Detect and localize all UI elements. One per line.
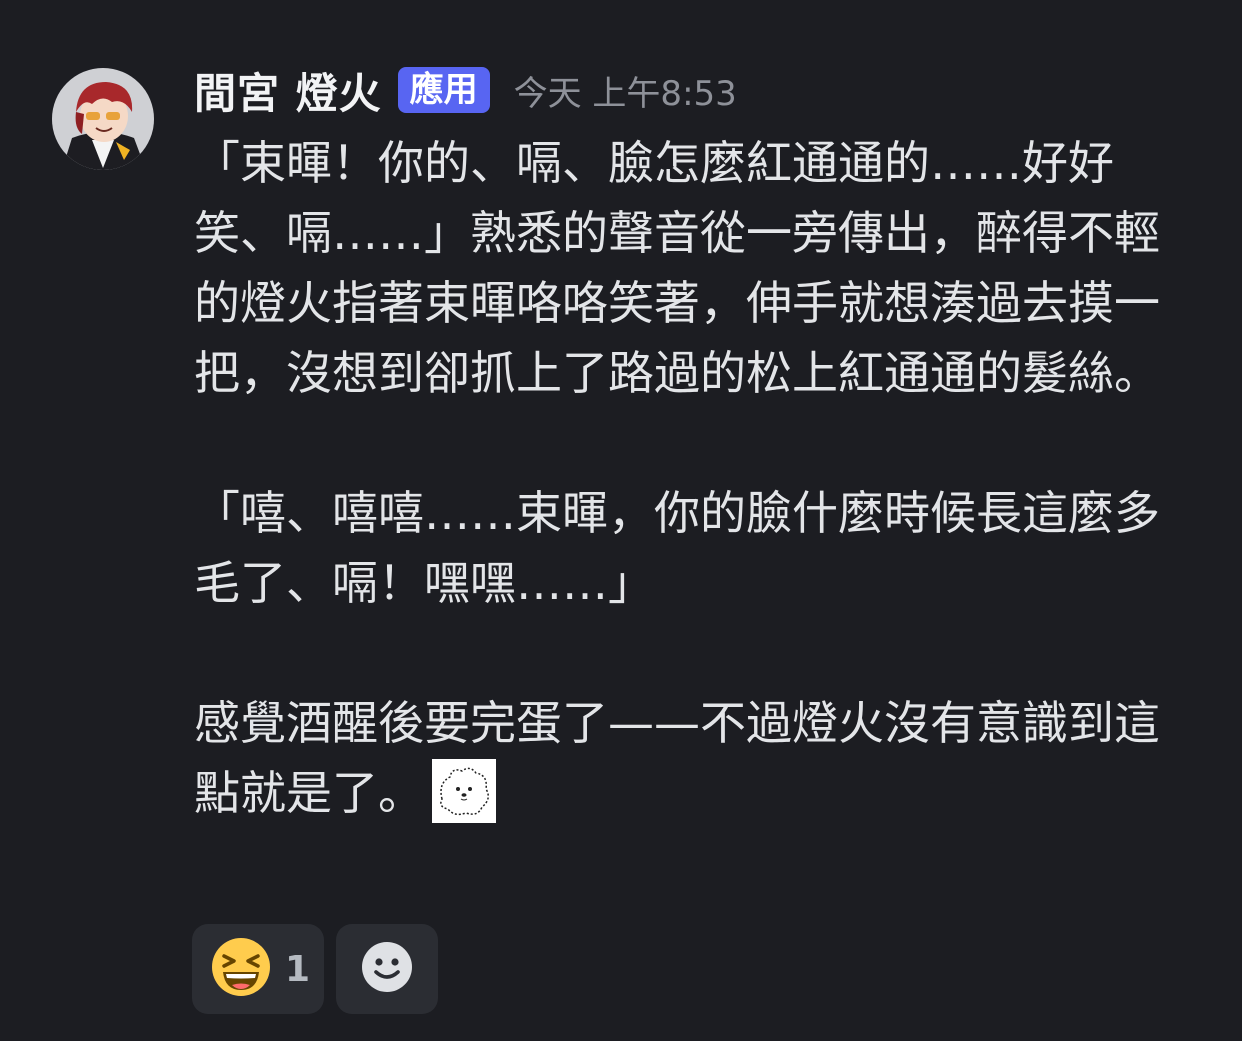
- message-paragraph: 感覺酒醒後要完蛋了——不過燈火沒有意識到這點就是了。: [194, 688, 1204, 828]
- message-body: 「束暉！你的、嗝、臉怎麼紅通通的……好好笑、嗝……」熟悉的聲音從一旁傳出，醉得不…: [194, 128, 1204, 828]
- add-reaction-smiley-icon: [361, 941, 413, 997]
- add-reaction-button[interactable]: [336, 924, 438, 1014]
- message-paragraph-text: 感覺酒醒後要完蛋了——不過燈火沒有意識到這點就是了。: [194, 696, 1160, 820]
- reaction-laughing[interactable]: 1: [192, 924, 324, 1014]
- timestamp[interactable]: 今天 上午8:53: [514, 66, 737, 115]
- laughing-squint-emoji-icon: [210, 936, 272, 1002]
- white-dog-emote-icon[interactable]: [432, 759, 496, 823]
- app-badge: 應用: [397, 67, 490, 113]
- author-name[interactable]: 間宮 燈火: [194, 60, 382, 121]
- message-header: 間宮 燈火 應用 今天 上午8:53: [194, 62, 737, 118]
- message-paragraph: 「嘻、嘻嘻……束暉，你的臉什麼時候長這麼多毛了、嗝！嘿嘿……」: [194, 486, 1160, 610]
- reactions-bar: 1: [192, 924, 438, 1014]
- avatar[interactable]: [52, 68, 154, 170]
- reaction-count: 1: [284, 948, 310, 990]
- message-paragraph: 「束暉！你的、嗝、臉怎麼紅通通的……好好笑、嗝……」熟悉的聲音從一旁傳出，醉得不…: [194, 136, 1160, 400]
